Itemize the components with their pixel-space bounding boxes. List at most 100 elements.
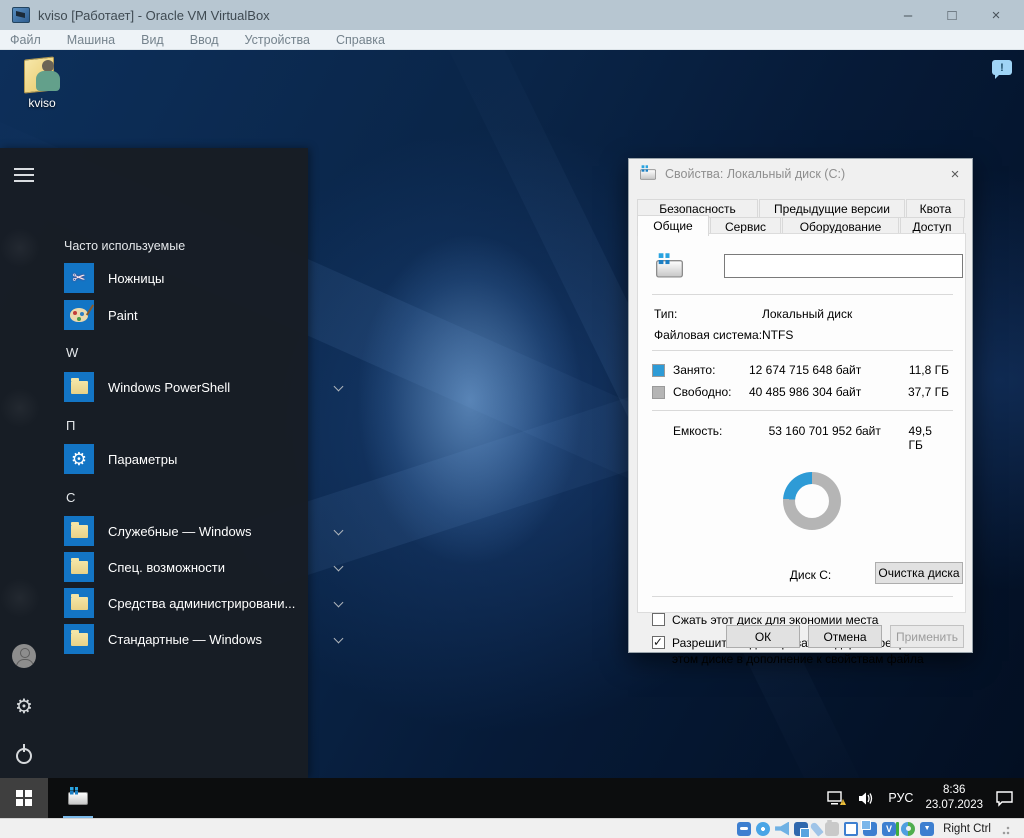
chevron-down-icon[interactable] xyxy=(334,382,344,392)
folder-icon xyxy=(71,381,88,394)
mouse-integration-icon[interactable] xyxy=(901,822,915,836)
tab-control: Безопасность Предыдущие версии Квота Общ… xyxy=(637,199,966,237)
acrylic-ghost xyxy=(0,578,40,618)
volume-label-input[interactable] xyxy=(724,254,963,278)
speaker-icon[interactable] xyxy=(858,791,876,806)
shared-folders-icon[interactable] xyxy=(825,822,839,836)
clipboard-icon[interactable] xyxy=(863,822,877,836)
taskbar-app-disk-properties[interactable] xyxy=(58,778,98,818)
maximize-button[interactable]: □ xyxy=(930,1,974,29)
capacity-row: Емкость: 53 160 701 952 байт 49,5 ГБ xyxy=(652,424,953,452)
start-item-windows-powershell[interactable]: Windows PowerShell xyxy=(64,372,294,402)
used-color-swatch xyxy=(652,364,665,377)
window-title: kviso [Работает] - Oracle VM VirtualBox xyxy=(38,8,270,23)
vbox-menubar: Файл Машина Вид Ввод Устройства Справка xyxy=(0,30,1024,50)
app-tile xyxy=(64,552,94,582)
ok-button[interactable]: ОК xyxy=(726,625,800,648)
features-icon[interactable] xyxy=(882,822,896,836)
tab-previous-versions[interactable]: Предыдущие версии xyxy=(759,199,905,218)
gear-icon xyxy=(15,694,33,719)
disk-drive-icon xyxy=(656,260,683,278)
resize-grip[interactable] xyxy=(1000,823,1010,835)
desktop[interactable]: kviso ! Часто используемые Ножницы Paint… xyxy=(0,50,1024,778)
apply-button[interactable]: Применить xyxy=(890,625,964,648)
menu-devices[interactable]: Устройства xyxy=(245,33,310,47)
start-button[interactable] xyxy=(0,778,48,818)
vbox-titlebar: kviso [Работает] - Oracle VM VirtualBox … xyxy=(0,0,1024,30)
section-letter-p[interactable]: П xyxy=(66,418,75,433)
start-item-system-windows[interactable]: Служебные — Windows xyxy=(64,516,294,546)
dialog-titlebar[interactable]: Свойства: Локальный диск (C:) × xyxy=(629,159,972,189)
minimize-button[interactable]: – xyxy=(886,1,930,29)
exclamation-bubble-icon[interactable]: ! xyxy=(992,60,1012,75)
svg-text:!: ! xyxy=(843,800,844,806)
hdd-icon[interactable] xyxy=(737,822,751,836)
app-tile xyxy=(64,444,94,474)
chevron-down-icon[interactable] xyxy=(334,598,344,608)
section-letter-w[interactable]: W xyxy=(66,345,78,360)
action-center-bubble-icon[interactable] xyxy=(995,790,1014,807)
host-key-label: Right Ctrl xyxy=(943,823,991,835)
app-tile xyxy=(64,516,94,546)
time: 8:36 xyxy=(943,784,965,796)
virtualbox-window: kviso [Работает] - Oracle VM VirtualBox … xyxy=(0,0,1024,838)
user-avatar-icon xyxy=(12,644,36,668)
user-folder-icon xyxy=(20,56,64,94)
network-warning-icon[interactable]: ! xyxy=(827,790,846,806)
menu-help[interactable]: Справка xyxy=(336,33,385,47)
user-account-button[interactable] xyxy=(12,644,36,668)
display-icon[interactable] xyxy=(844,822,858,836)
checkbox[interactable] xyxy=(652,636,665,649)
filesystem-label: Файловая система: xyxy=(654,328,762,342)
chevron-down-icon[interactable] xyxy=(334,526,344,536)
free-color-swatch xyxy=(652,386,665,399)
dialog-title: Свойства: Локальный диск (C:) xyxy=(665,167,845,181)
disk-cleanup-button[interactable]: Очистка диска xyxy=(875,562,963,584)
close-icon[interactable]: × xyxy=(938,160,972,188)
clock[interactable]: 8:36 23.07.2023 xyxy=(925,783,983,813)
app-tile xyxy=(64,263,94,293)
folder-icon xyxy=(71,597,88,610)
free-space-row: Свободно: 40 485 986 304 байт 37,7 ГБ xyxy=(652,384,953,400)
start-item-accessories-windows[interactable]: Стандартные — Windows xyxy=(64,624,294,654)
section-header-frequent: Часто используемые xyxy=(64,239,185,253)
start-item-accessibility[interactable]: Спец. возможности xyxy=(64,552,294,582)
close-button[interactable]: × xyxy=(974,1,1018,29)
language-indicator[interactable]: РУС xyxy=(888,791,913,805)
checkbox[interactable] xyxy=(652,613,665,626)
start-menu: Часто используемые Ножницы Paint W Windo… xyxy=(0,148,308,778)
keyboard-icon[interactable] xyxy=(920,822,934,836)
type-label: Тип: xyxy=(654,307,677,321)
start-item-paint[interactable]: Paint xyxy=(64,300,294,330)
desktop-icon-kviso[interactable]: kviso xyxy=(10,56,74,110)
settings-button[interactable] xyxy=(12,694,36,718)
menu-file[interactable]: Файл xyxy=(10,33,41,47)
network-icon[interactable] xyxy=(794,822,808,836)
start-item-snipping-tool[interactable]: Ножницы xyxy=(64,263,294,293)
filesystem-value: NTFS xyxy=(762,328,793,342)
optical-disc-icon[interactable] xyxy=(756,822,770,836)
start-item-admin-tools[interactable]: Средства администрировани... xyxy=(64,588,294,618)
app-tile xyxy=(64,372,94,402)
usb-icon[interactable] xyxy=(809,821,823,836)
section-letter-s[interactable]: С xyxy=(66,490,75,505)
paint-palette-icon xyxy=(70,308,88,322)
tab-quota[interactable]: Квота xyxy=(906,199,965,218)
hamburger-menu-icon[interactable] xyxy=(14,168,34,182)
cancel-button[interactable]: Отмена xyxy=(808,625,882,648)
folder-icon xyxy=(71,561,88,574)
menu-view[interactable]: Вид xyxy=(141,33,164,47)
menu-machine[interactable]: Машина xyxy=(67,33,115,47)
start-item-settings[interactable]: Параметры xyxy=(64,444,294,474)
app-tile xyxy=(64,588,94,618)
power-button[interactable] xyxy=(12,744,36,768)
menu-input[interactable]: Ввод xyxy=(190,33,219,47)
chevron-down-icon[interactable] xyxy=(334,562,344,572)
app-tile xyxy=(64,624,94,654)
taskbar: ! РУС 8:36 23.07.2023 xyxy=(0,778,1024,818)
acrylic-ghost xyxy=(0,228,40,268)
chevron-down-icon[interactable] xyxy=(334,634,344,644)
folder-icon xyxy=(71,525,88,538)
tab-general[interactable]: Общие xyxy=(637,215,709,236)
audio-icon[interactable] xyxy=(775,822,789,836)
